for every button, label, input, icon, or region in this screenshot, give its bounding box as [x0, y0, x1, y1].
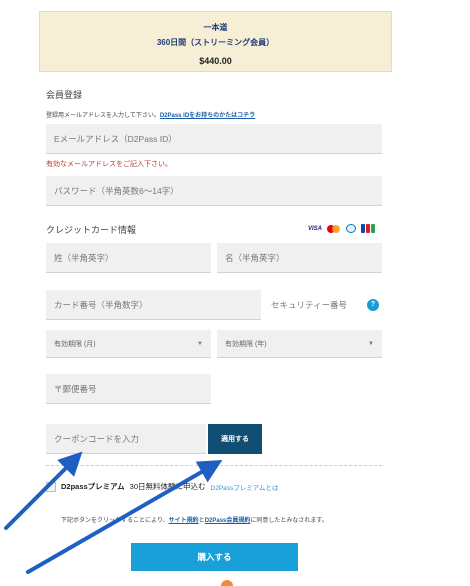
- visa-icon: VISA: [308, 225, 323, 232]
- purchase-button[interactable]: 購入する: [131, 543, 298, 571]
- chevron-down-icon: ▼: [368, 340, 374, 347]
- exp-year-value: 有効期限 (年): [225, 340, 267, 348]
- security-code-field[interactable]: セキュリティー番号: [271, 299, 347, 311]
- chevron-down-icon: ▼: [197, 340, 203, 347]
- premium-option: D2passプレミアム 30日無料体験に申込む D2Passプレミアムとは: [46, 481, 278, 492]
- plan-name: 一本道: [203, 23, 228, 32]
- d2pass-login-link[interactable]: D2Pass IDをお持ちのかたはコチラ: [160, 113, 255, 119]
- premium-name: D2passプレミアム: [61, 482, 125, 491]
- coupon-input[interactable]: [46, 424, 206, 453]
- card-section-title: クレジットカード情報: [46, 225, 137, 235]
- zip-field-wrap: [46, 374, 211, 404]
- email-field-wrap: [46, 124, 382, 154]
- plan-price: $440.00: [199, 56, 232, 66]
- d2pass-terms-link[interactable]: D2Pass会員規約: [205, 518, 251, 524]
- plan-summary: 一本道 360日間（ストリーミング会員） $440.00: [39, 11, 392, 72]
- site-terms-link[interactable]: サイト規約: [169, 518, 199, 524]
- member-section-title: 会員登録: [46, 90, 83, 100]
- exp-month-select[interactable]: 有効期限 (月) ▼: [46, 330, 211, 358]
- email-error: 有効なメールアドレスをご記入下さい。: [46, 161, 172, 168]
- terms-prefix: 下記ボタンをクリックすることにより、: [61, 518, 169, 524]
- coupon-field-wrap: [46, 424, 206, 454]
- help-icon[interactable]: ?: [367, 299, 379, 311]
- terms-note: 下記ボタンをクリックすることにより、サイト規約とD2Pass会員規約に同意したと…: [61, 515, 328, 524]
- card-number-field-wrap: [46, 290, 261, 320]
- scroll-top-icon[interactable]: [221, 580, 233, 586]
- premium-trial: 30日無料体験に申込む: [129, 482, 206, 491]
- card-brands: VISA: [308, 224, 376, 233]
- plan-duration: 360日間（ストリーミング会員）: [156, 38, 275, 47]
- email-note: 登録用メールアドレスを入力して下さい。D2Pass IDをお持ちのかたはコチラ: [46, 110, 255, 119]
- diners-icon: [346, 224, 357, 233]
- mastercard-icon: [327, 224, 341, 233]
- premium-checkbox[interactable]: [46, 481, 56, 492]
- jcb-icon: [361, 224, 376, 233]
- last-name-field[interactable]: [46, 243, 211, 272]
- last-name-field-wrap: [46, 243, 211, 273]
- email-field[interactable]: [46, 124, 382, 153]
- terms-suffix: に同意したとみなされます。: [250, 518, 328, 524]
- first-name-field[interactable]: [217, 243, 382, 272]
- exp-year-select[interactable]: 有効期限 (年) ▼: [217, 330, 382, 358]
- premium-info-link[interactable]: D2Passプレミアムとは: [211, 482, 279, 492]
- password-field-wrap: [46, 176, 382, 206]
- exp-month-value: 有効期限 (月): [54, 340, 96, 348]
- email-note-text: 登録用メールアドレスを入力して下さい。: [46, 113, 160, 119]
- password-field[interactable]: [46, 176, 382, 205]
- first-name-field-wrap: [217, 243, 382, 273]
- apply-coupon-button[interactable]: 適用する: [208, 424, 262, 454]
- zip-field[interactable]: [46, 374, 211, 403]
- card-number-field[interactable]: [46, 290, 261, 319]
- divider: [46, 465, 382, 466]
